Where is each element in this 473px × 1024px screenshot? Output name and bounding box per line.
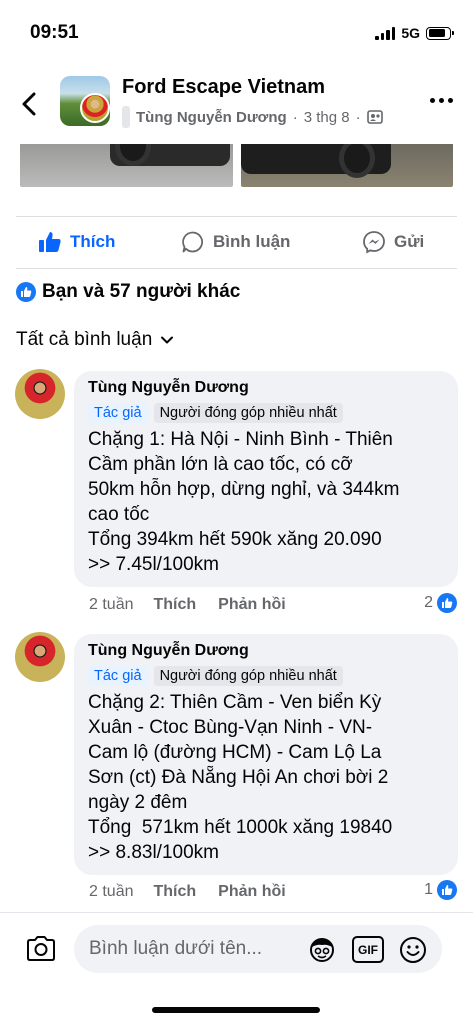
commenter-avatar[interactable] (15, 632, 65, 682)
comment-meta: 2 tuần Thích Phản hồi (89, 883, 286, 901)
messenger-icon (363, 231, 385, 254)
commenter-badges: Tác giả Người đóng góp nhiều nhất (88, 403, 446, 423)
author-badge: Tác giả (88, 666, 148, 686)
like-count: 2 (424, 594, 433, 611)
signal-icon (375, 26, 396, 40)
more-options-icon[interactable] (430, 98, 453, 103)
like-reaction-icon (437, 880, 457, 900)
thumbs-up-icon (39, 232, 61, 252)
reactions-summary[interactable]: Bạn và 57 người khác (16, 281, 240, 303)
comment-label: Bình luận (213, 232, 291, 251)
status-time: 09:51 (30, 22, 79, 43)
commenter-name[interactable]: Tùng Nguyễn Dương (88, 379, 446, 397)
post-action-bar: Thích Bình luận Gửi (0, 216, 473, 268)
comment-text: Chặng 2: Thiên Cầm - Ven biển Kỳ Xuân - … (88, 692, 393, 863)
comment-composer: Bình luận dưới tên... GIF (0, 912, 473, 1024)
post-photo-2[interactable] (241, 144, 453, 187)
comment-like-count[interactable]: 2 (424, 593, 457, 613)
commenter-badges: Tác giả Người đóng góp nhiều nhất (88, 666, 446, 686)
top-contributor-badge: Người đóng góp nhiều nhất (153, 403, 343, 423)
send-label: Gửi (394, 232, 425, 251)
comment-reply-button[interactable]: Phản hồi (218, 596, 286, 614)
gif-icon[interactable]: GIF (352, 936, 384, 963)
like-reaction-icon (16, 282, 36, 302)
comment-input-placeholder: Bình luận dưới tên... (89, 938, 263, 959)
commenter-name[interactable]: Tùng Nguyễn Dương (88, 642, 446, 660)
comment-text: Chặng 1: Hà Nội - Ninh Bình - Thiên Cầm … (88, 429, 400, 575)
camera-icon[interactable] (25, 933, 57, 963)
divider (16, 268, 457, 269)
send-button[interactable]: Gửi (362, 230, 424, 254)
like-button[interactable]: Thích (38, 230, 115, 254)
separator-dot: · (292, 108, 298, 126)
battery-icon (426, 26, 454, 40)
like-reaction-icon (437, 593, 457, 613)
chevron-down-icon (161, 336, 174, 344)
author-avatar-small[interactable] (80, 93, 110, 123)
comment-bubble[interactable]: Tùng Nguyễn Dương Tác giả Người đóng góp… (74, 371, 458, 587)
comment-like-button[interactable]: Thích (153, 883, 196, 901)
comment-bubble-icon (182, 231, 204, 253)
emoji-icon[interactable] (398, 935, 428, 965)
home-indicator (152, 1007, 320, 1013)
filter-label: Tất cả bình luận (16, 329, 153, 350)
top-contributor-badge: Người đóng góp nhiều nhất (153, 666, 343, 686)
like-count: 1 (424, 881, 433, 898)
comment-time: 2 tuần (89, 883, 134, 900)
comment-like-count[interactable]: 1 (424, 880, 457, 900)
post-author[interactable]: Tùng Nguyễn Dương (136, 109, 287, 126)
group-title[interactable]: Ford Escape Vietnam (122, 76, 325, 99)
comment-bubble[interactable]: Tùng Nguyễn Dương Tác giả Người đóng góp… (74, 634, 458, 875)
post-photo-1[interactable] (20, 144, 233, 187)
post-photos[interactable] (0, 144, 473, 188)
network-label: 5G (401, 25, 420, 41)
comment-input[interactable]: Bình luận dưới tên... GIF (74, 925, 442, 973)
comment-button[interactable]: Bình luận (181, 230, 473, 254)
avatar-sticker-icon[interactable] (307, 935, 337, 963)
status-indicators: 5G (375, 25, 454, 41)
comment-filter-dropdown[interactable]: Tất cả bình luận (16, 329, 174, 351)
separator-dot: · (355, 108, 361, 126)
commenter-avatar[interactable] (15, 369, 65, 419)
status-bar: 09:51 5G (0, 0, 473, 64)
comment-reply-button[interactable]: Phản hồi (218, 883, 286, 901)
members-audience-icon (366, 110, 383, 124)
post-subtitle: Tùng Nguyễn Dương · 3 thg 8 · (122, 106, 383, 128)
subtitle-marker (122, 106, 130, 128)
comment-time: 2 tuần (89, 596, 134, 613)
comment-meta: 2 tuần Thích Phản hồi (89, 596, 286, 614)
back-arrow-icon[interactable] (18, 90, 42, 118)
reactions-text: Bạn và 57 người khác (42, 281, 241, 302)
author-badge: Tác giả (88, 403, 148, 423)
comment-like-button[interactable]: Thích (153, 596, 196, 614)
like-label: Thích (70, 232, 116, 251)
post-date[interactable]: 3 thg 8 (304, 109, 350, 126)
post-header: Ford Escape Vietnam Tùng Nguyễn Dương · … (0, 64, 473, 144)
